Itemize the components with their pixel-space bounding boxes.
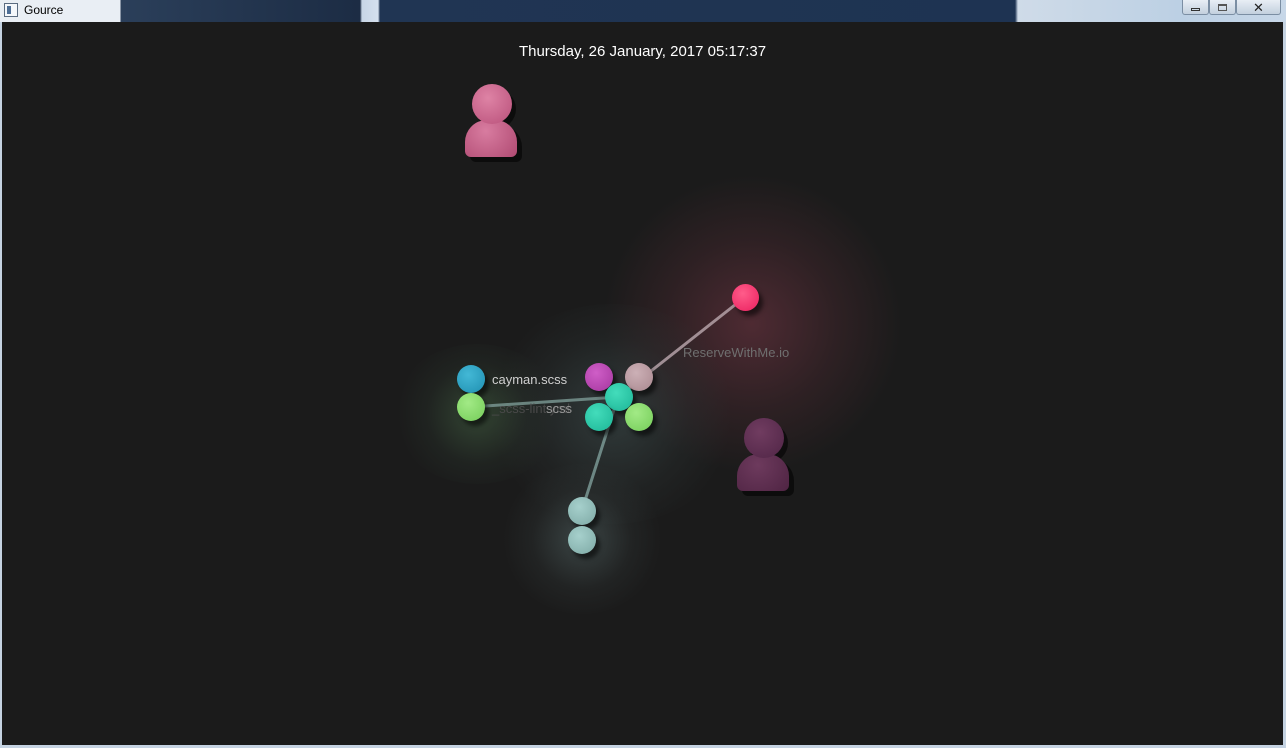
date-display: Thursday, 26 January, 2017 05:17:37 — [518, 43, 767, 60]
file-node-sub-2[interactable] — [568, 526, 596, 554]
window-title: Gource — [24, 3, 64, 17]
file-node-scss-lint[interactable] — [457, 393, 485, 421]
file-node-sub-1[interactable] — [568, 497, 596, 525]
user-avatar-1[interactable] — [465, 84, 522, 164]
minimize-button[interactable] — [1182, 0, 1209, 15]
gource-viewport[interactable]: Thursday, 26 January, 2017 05:17:37 Rese… — [2, 24, 1283, 745]
title-bar[interactable]: Gource ✕ — [0, 0, 1286, 22]
user-head — [472, 84, 512, 124]
dir-label: scss — [546, 401, 572, 416]
maximize-button[interactable] — [1209, 0, 1236, 15]
minimize-icon — [1191, 7, 1200, 11]
user-body — [465, 120, 517, 157]
maximize-icon — [1218, 3, 1227, 11]
file-node-teal[interactable] — [585, 403, 613, 431]
file-label-cayman: cayman.scss — [492, 372, 568, 387]
user-head — [744, 418, 784, 458]
user-avatar-2[interactable] — [737, 418, 794, 498]
file-node-pink[interactable] — [732, 284, 759, 311]
app-icon — [4, 3, 18, 17]
repo-label: ReserveWithMe.io — [683, 345, 790, 360]
file-node-cayman[interactable] — [457, 365, 485, 393]
user-body — [737, 454, 789, 491]
close-button[interactable]: ✕ — [1236, 0, 1281, 15]
file-node-green[interactable] — [625, 403, 653, 431]
close-icon: ✕ — [1253, 0, 1264, 15]
